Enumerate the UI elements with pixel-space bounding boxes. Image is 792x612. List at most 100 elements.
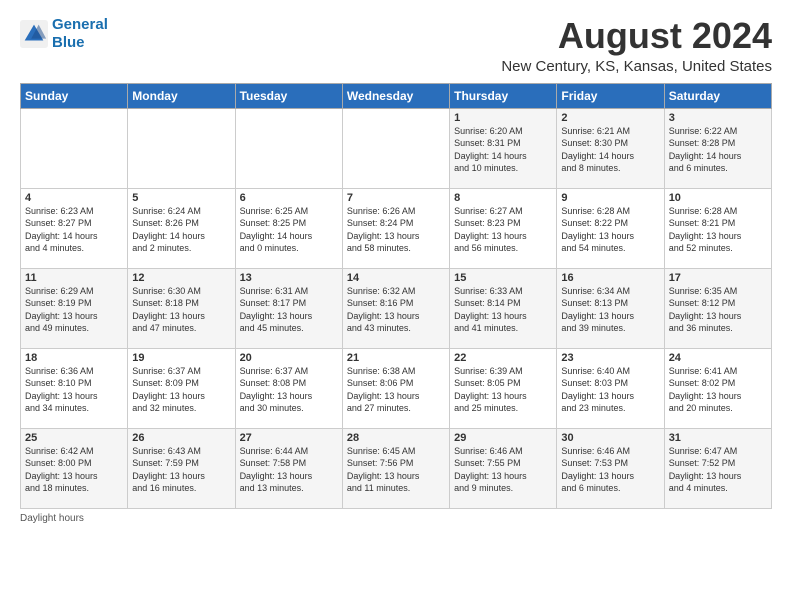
cell-week1-day2 — [235, 108, 342, 188]
day-info: Sunrise: 6:28 AM Sunset: 8:22 PM Dayligh… — [561, 205, 659, 255]
col-friday: Friday — [557, 83, 664, 108]
cell-week2-day6: 10Sunrise: 6:28 AM Sunset: 8:21 PM Dayli… — [664, 188, 771, 268]
col-thursday: Thursday — [450, 83, 557, 108]
day-info: Sunrise: 6:21 AM Sunset: 8:30 PM Dayligh… — [561, 125, 659, 175]
day-info: Sunrise: 6:37 AM Sunset: 8:08 PM Dayligh… — [240, 365, 338, 415]
col-saturday: Saturday — [664, 83, 771, 108]
day-number: 3 — [669, 112, 767, 124]
cell-week2-day3: 7Sunrise: 6:26 AM Sunset: 8:24 PM Daylig… — [342, 188, 449, 268]
logo: General Blue — [20, 16, 108, 52]
day-info: Sunrise: 6:39 AM Sunset: 8:05 PM Dayligh… — [454, 365, 552, 415]
day-info: Sunrise: 6:46 AM Sunset: 7:53 PM Dayligh… — [561, 445, 659, 495]
day-number: 5 — [132, 192, 230, 204]
cell-week1-day0 — [21, 108, 128, 188]
day-info: Sunrise: 6:20 AM Sunset: 8:31 PM Dayligh… — [454, 125, 552, 175]
day-number: 26 — [132, 432, 230, 444]
day-info: Sunrise: 6:38 AM Sunset: 8:06 PM Dayligh… — [347, 365, 445, 415]
day-number: 2 — [561, 112, 659, 124]
header: General Blue August 2024 New Century, KS… — [20, 16, 772, 75]
week-row-4: 18Sunrise: 6:36 AM Sunset: 8:10 PM Dayli… — [21, 348, 772, 428]
logo-line1: General — [52, 16, 108, 33]
day-info: Sunrise: 6:45 AM Sunset: 7:56 PM Dayligh… — [347, 445, 445, 495]
day-info: Sunrise: 6:37 AM Sunset: 8:09 PM Dayligh… — [132, 365, 230, 415]
day-info: Sunrise: 6:28 AM Sunset: 8:21 PM Dayligh… — [669, 205, 767, 255]
day-info: Sunrise: 6:22 AM Sunset: 8:28 PM Dayligh… — [669, 125, 767, 175]
day-number: 20 — [240, 352, 338, 364]
month-title: August 2024 — [501, 16, 772, 56]
cell-week4-day6: 24Sunrise: 6:41 AM Sunset: 8:02 PM Dayli… — [664, 348, 771, 428]
cell-week4-day0: 18Sunrise: 6:36 AM Sunset: 8:10 PM Dayli… — [21, 348, 128, 428]
cell-week5-day6: 31Sunrise: 6:47 AM Sunset: 7:52 PM Dayli… — [664, 428, 771, 508]
day-number: 15 — [454, 272, 552, 284]
page: General Blue August 2024 New Century, KS… — [0, 0, 792, 534]
cell-week5-day0: 25Sunrise: 6:42 AM Sunset: 8:00 PM Dayli… — [21, 428, 128, 508]
day-number: 23 — [561, 352, 659, 364]
cell-week4-day3: 21Sunrise: 6:38 AM Sunset: 8:06 PM Dayli… — [342, 348, 449, 428]
cell-week5-day2: 27Sunrise: 6:44 AM Sunset: 7:58 PM Dayli… — [235, 428, 342, 508]
day-number: 11 — [25, 272, 123, 284]
day-info: Sunrise: 6:25 AM Sunset: 8:25 PM Dayligh… — [240, 205, 338, 255]
day-number: 28 — [347, 432, 445, 444]
title-area: August 2024 New Century, KS, Kansas, Uni… — [501, 16, 772, 75]
day-number: 18 — [25, 352, 123, 364]
cell-week3-day4: 15Sunrise: 6:33 AM Sunset: 8:14 PM Dayli… — [450, 268, 557, 348]
footer-note: Daylight hours — [20, 513, 772, 524]
cell-week3-day3: 14Sunrise: 6:32 AM Sunset: 8:16 PM Dayli… — [342, 268, 449, 348]
col-sunday: Sunday — [21, 83, 128, 108]
cell-week1-day4: 1Sunrise: 6:20 AM Sunset: 8:31 PM Daylig… — [450, 108, 557, 188]
calendar-table: Sunday Monday Tuesday Wednesday Thursday… — [20, 83, 772, 509]
day-info: Sunrise: 6:35 AM Sunset: 8:12 PM Dayligh… — [669, 285, 767, 335]
col-wednesday: Wednesday — [342, 83, 449, 108]
day-number: 10 — [669, 192, 767, 204]
cell-week3-day0: 11Sunrise: 6:29 AM Sunset: 8:19 PM Dayli… — [21, 268, 128, 348]
week-row-5: 25Sunrise: 6:42 AM Sunset: 8:00 PM Dayli… — [21, 428, 772, 508]
day-number: 1 — [454, 112, 552, 124]
day-number: 16 — [561, 272, 659, 284]
day-number: 12 — [132, 272, 230, 284]
day-info: Sunrise: 6:29 AM Sunset: 8:19 PM Dayligh… — [25, 285, 123, 335]
day-number: 25 — [25, 432, 123, 444]
day-number: 4 — [25, 192, 123, 204]
cell-week2-day1: 5Sunrise: 6:24 AM Sunset: 8:26 PM Daylig… — [128, 188, 235, 268]
cell-week2-day0: 4Sunrise: 6:23 AM Sunset: 8:27 PM Daylig… — [21, 188, 128, 268]
cell-week2-day5: 9Sunrise: 6:28 AM Sunset: 8:22 PM Daylig… — [557, 188, 664, 268]
header-row: Sunday Monday Tuesday Wednesday Thursday… — [21, 83, 772, 108]
day-number: 19 — [132, 352, 230, 364]
day-info: Sunrise: 6:42 AM Sunset: 8:00 PM Dayligh… — [25, 445, 123, 495]
cell-week5-day3: 28Sunrise: 6:45 AM Sunset: 7:56 PM Dayli… — [342, 428, 449, 508]
day-number: 6 — [240, 192, 338, 204]
cell-week1-day3 — [342, 108, 449, 188]
cell-week4-day2: 20Sunrise: 6:37 AM Sunset: 8:08 PM Dayli… — [235, 348, 342, 428]
cell-week1-day6: 3Sunrise: 6:22 AM Sunset: 8:28 PM Daylig… — [664, 108, 771, 188]
day-info: Sunrise: 6:34 AM Sunset: 8:13 PM Dayligh… — [561, 285, 659, 335]
day-number: 17 — [669, 272, 767, 284]
week-row-2: 4Sunrise: 6:23 AM Sunset: 8:27 PM Daylig… — [21, 188, 772, 268]
day-info: Sunrise: 6:43 AM Sunset: 7:59 PM Dayligh… — [132, 445, 230, 495]
day-info: Sunrise: 6:46 AM Sunset: 7:55 PM Dayligh… — [454, 445, 552, 495]
cell-week5-day1: 26Sunrise: 6:43 AM Sunset: 7:59 PM Dayli… — [128, 428, 235, 508]
day-number: 31 — [669, 432, 767, 444]
cell-week5-day4: 29Sunrise: 6:46 AM Sunset: 7:55 PM Dayli… — [450, 428, 557, 508]
day-info: Sunrise: 6:23 AM Sunset: 8:27 PM Dayligh… — [25, 205, 123, 255]
cell-week4-day5: 23Sunrise: 6:40 AM Sunset: 8:03 PM Dayli… — [557, 348, 664, 428]
day-info: Sunrise: 6:31 AM Sunset: 8:17 PM Dayligh… — [240, 285, 338, 335]
week-row-3: 11Sunrise: 6:29 AM Sunset: 8:19 PM Dayli… — [21, 268, 772, 348]
cell-week1-day5: 2Sunrise: 6:21 AM Sunset: 8:30 PM Daylig… — [557, 108, 664, 188]
cell-week1-day1 — [128, 108, 235, 188]
cell-week3-day5: 16Sunrise: 6:34 AM Sunset: 8:13 PM Dayli… — [557, 268, 664, 348]
day-info: Sunrise: 6:27 AM Sunset: 8:23 PM Dayligh… — [454, 205, 552, 255]
logo-line2: Blue — [52, 34, 85, 51]
col-tuesday: Tuesday — [235, 83, 342, 108]
day-number: 29 — [454, 432, 552, 444]
cell-week2-day2: 6Sunrise: 6:25 AM Sunset: 8:25 PM Daylig… — [235, 188, 342, 268]
day-info: Sunrise: 6:44 AM Sunset: 7:58 PM Dayligh… — [240, 445, 338, 495]
week-row-1: 1Sunrise: 6:20 AM Sunset: 8:31 PM Daylig… — [21, 108, 772, 188]
day-info: Sunrise: 6:33 AM Sunset: 8:14 PM Dayligh… — [454, 285, 552, 335]
logo-text: General Blue — [52, 16, 108, 52]
day-info: Sunrise: 6:40 AM Sunset: 8:03 PM Dayligh… — [561, 365, 659, 415]
cell-week3-day6: 17Sunrise: 6:35 AM Sunset: 8:12 PM Dayli… — [664, 268, 771, 348]
cell-week3-day2: 13Sunrise: 6:31 AM Sunset: 8:17 PM Dayli… — [235, 268, 342, 348]
day-number: 27 — [240, 432, 338, 444]
day-info: Sunrise: 6:36 AM Sunset: 8:10 PM Dayligh… — [25, 365, 123, 415]
day-info: Sunrise: 6:26 AM Sunset: 8:24 PM Dayligh… — [347, 205, 445, 255]
